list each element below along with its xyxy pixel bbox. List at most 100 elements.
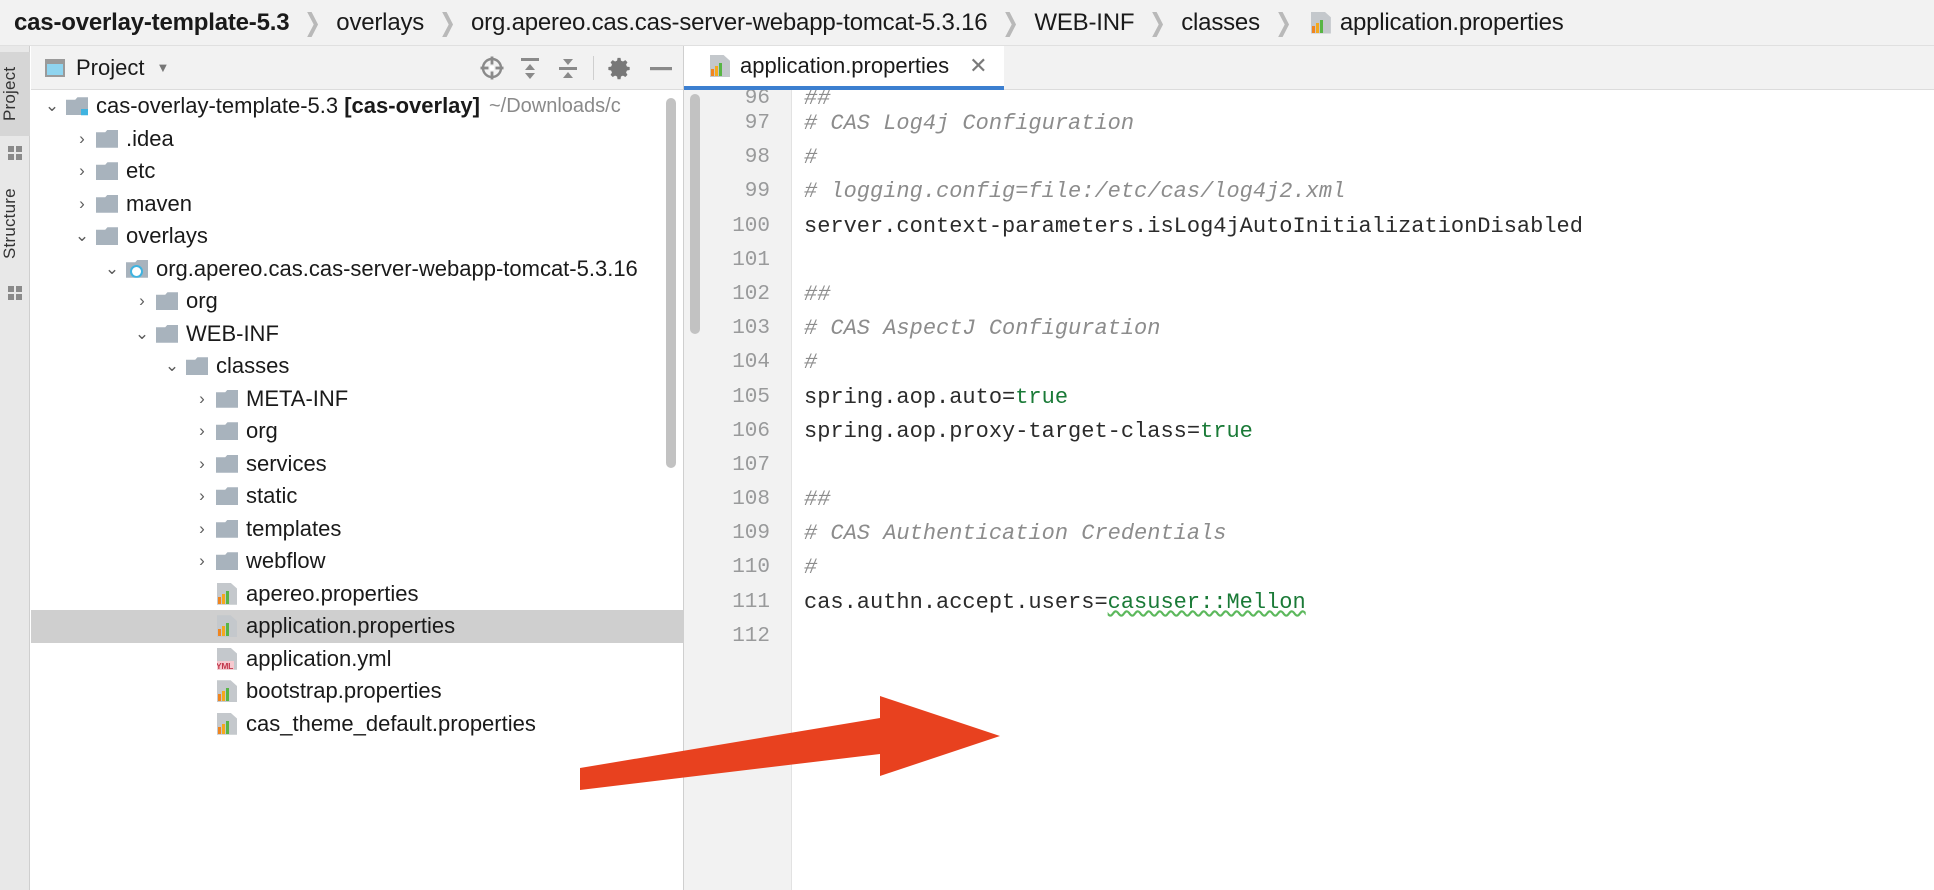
project-window-icon: [45, 58, 65, 77]
chevron-down-icon[interactable]: ⌄: [105, 259, 119, 278]
code-line: 101: [684, 244, 1934, 278]
line-number: 108: [732, 488, 770, 512]
chevron-down-icon[interactable]: ⌄: [135, 324, 149, 343]
line-text: ##: [804, 90, 831, 107]
tree-row-label: .idea: [126, 125, 174, 151]
ide-window: cas-overlay-template-5.3 ❯ overlays ❯ or…: [0, 0, 1934, 890]
tree-row-label: maven: [126, 190, 193, 216]
tree-row-label: etc: [126, 158, 156, 184]
project-panel-header: Project ▼: [31, 46, 684, 90]
line-number: 111: [732, 590, 770, 614]
tree-row-path: ~/Downloads/c: [488, 94, 621, 117]
chevron-down-icon[interactable]: ⌄: [45, 96, 59, 115]
chevron-right-icon[interactable]: ›: [195, 454, 209, 473]
breadcrumb-item-overlays[interactable]: overlays: [336, 9, 424, 37]
editor-code-area[interactable]: 96 ## 97 # CAS Log4j Configuration 98 # …: [684, 90, 1934, 890]
chevron-down-icon[interactable]: ▼: [156, 60, 169, 75]
code-line: 102 ##: [684, 278, 1934, 312]
gear-icon[interactable]: [600, 46, 638, 90]
chevron-right-icon[interactable]: ›: [195, 486, 209, 505]
breadcrumb-item-file[interactable]: application.properties: [1307, 9, 1564, 37]
close-icon[interactable]: ✕: [969, 55, 987, 77]
tool-window-button-project[interactable]: Project: [0, 52, 30, 136]
code-line: 97 # CAS Log4j Configuration: [684, 107, 1934, 141]
tree-row-org-classes[interactable]: › org: [31, 415, 684, 448]
tree-row-web-inf[interactable]: ⌄ WEB-INF: [31, 318, 684, 351]
tree-row-label: services: [246, 450, 327, 476]
tree-row-label: classes: [216, 353, 290, 379]
line-text: # CAS AspectJ Configuration: [804, 316, 1161, 342]
breadcrumb-item-web-inf[interactable]: WEB-INF: [1034, 9, 1134, 37]
tree-row-org[interactable]: › org: [31, 285, 684, 318]
breadcrumb-item-classes[interactable]: classes: [1181, 9, 1260, 37]
tree-row-services[interactable]: › services: [31, 448, 684, 481]
folder-icon: [96, 129, 118, 148]
tab-application-properties[interactable]: application.properties ✕: [684, 46, 1004, 90]
code-line: 100 server.context-parameters.isLog4jAut…: [684, 210, 1934, 244]
chevron-down-icon[interactable]: ⌄: [75, 226, 89, 245]
code-line: 107: [684, 449, 1934, 483]
code-line: 112: [684, 620, 1934, 654]
collapse-all-icon[interactable]: [549, 46, 587, 90]
property-value: true: [1200, 418, 1253, 444]
tree-row-cas-theme-default-properties[interactable]: cas_theme_default.properties: [31, 708, 684, 741]
tree-row-project-root[interactable]: ⌄ cas-overlay-template-5.3 [cas-overlay]…: [31, 90, 684, 123]
properties-file-icon: [217, 615, 237, 638]
line-number: 109: [732, 522, 770, 546]
line-number: 103: [732, 317, 770, 341]
hide-panel-icon[interactable]: [638, 46, 684, 90]
chevron-right-icon[interactable]: ›: [195, 551, 209, 570]
tree-row-templates[interactable]: › templates: [31, 513, 684, 546]
line-text: #: [804, 145, 818, 171]
expand-all-icon[interactable]: [511, 46, 549, 90]
folder-icon: [216, 422, 238, 441]
tool-window-icon-grid[interactable]: [8, 286, 22, 300]
chevron-down-icon[interactable]: ⌄: [165, 356, 179, 375]
tree-row-webflow[interactable]: › webflow: [31, 545, 684, 578]
chevron-right-icon[interactable]: ›: [195, 519, 209, 538]
tree-row-maven[interactable]: › maven: [31, 188, 684, 221]
chevron-right-icon[interactable]: ›: [75, 161, 89, 180]
line-number: 97: [744, 112, 770, 135]
tree-row-overlays[interactable]: ⌄ overlays: [31, 220, 684, 253]
breadcrumb-item-project[interactable]: cas-overlay-template-5.3: [14, 9, 290, 37]
chevron-right-icon[interactable]: ›: [195, 421, 209, 440]
line-text: spring.aop.auto=true: [804, 384, 1069, 410]
line-number: 102: [732, 282, 770, 306]
code-line: 99 # logging.config=file:/etc/cas/log4j2…: [684, 175, 1934, 209]
tool-window-icon-favorites[interactable]: [8, 146, 22, 160]
code-line: 108 ##: [684, 483, 1934, 517]
breadcrumb-separator-icon: ❯: [439, 8, 456, 37]
toolbar-divider: [593, 55, 594, 80]
line-number: 98: [744, 146, 770, 170]
locate-target-icon[interactable]: [473, 46, 511, 90]
project-tree[interactable]: ⌄ cas-overlay-template-5.3 [cas-overlay]…: [31, 90, 684, 890]
tree-row-meta-inf[interactable]: › META-INF: [31, 383, 684, 416]
breadcrumb-separator-icon: ❯: [304, 8, 322, 37]
chevron-right-icon[interactable]: ›: [75, 194, 89, 213]
tool-window-button-structure[interactable]: Structure: [0, 174, 30, 274]
properties-file-icon: [710, 55, 730, 77]
tree-row-classes[interactable]: ⌄ classes: [31, 350, 684, 383]
line-text: # logging.config=file:/etc/cas/log4j2.xm…: [804, 179, 1346, 205]
tree-row-application-properties[interactable]: application.properties: [31, 610, 684, 643]
chevron-right-icon[interactable]: ›: [75, 129, 89, 148]
tree-row-apereo-properties[interactable]: apereo.properties: [31, 578, 684, 611]
tree-row-etc[interactable]: › etc: [31, 155, 684, 188]
tree-row-bootstrap-properties[interactable]: bootstrap.properties: [31, 675, 684, 708]
chevron-right-icon[interactable]: ›: [195, 389, 209, 408]
tree-row-static[interactable]: › static: [31, 480, 684, 513]
chevron-right-icon[interactable]: ›: [135, 291, 149, 310]
tree-row-artifact[interactable]: ⌄ org.apereo.cas.cas-server-webapp-tomca…: [31, 253, 684, 286]
tree-row-label: webflow: [246, 548, 326, 574]
breadcrumb-item-artifact[interactable]: org.apereo.cas.cas-server-webapp-tomcat-…: [471, 9, 988, 37]
tree-row-idea[interactable]: › .idea: [31, 123, 684, 156]
line-text: cas.authn.accept.users=casuser::Mellon: [804, 589, 1306, 615]
line-text: ##: [804, 281, 831, 307]
line-number: 96: [744, 90, 770, 107]
tree-row-application-yml[interactable]: YML application.yml: [31, 643, 684, 676]
project-tree-scrollbar[interactable]: [666, 98, 676, 468]
